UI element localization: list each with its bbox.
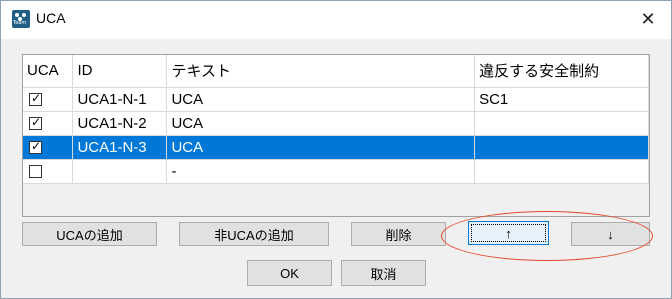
uca-dialog: Team UCA ✕ UCA ID テキスト 違反する安全制約 ✓ UCA1-N-… [0, 0, 672, 299]
id-cell[interactable] [72, 159, 168, 184]
uca-cell: ✓ [23, 135, 74, 160]
uca-cell: ✓ [23, 87, 74, 112]
id-cell[interactable]: UCA1-N-1 [72, 87, 168, 112]
app-logo-icon: Team [12, 10, 30, 28]
table-row[interactable]: ✓ UCA1-N-3 UCA [23, 135, 649, 160]
title-bar: Team UCA ✕ [1, 1, 671, 39]
app-logo-label: Team [13, 20, 27, 26]
violated-constraint-cell[interactable] [474, 159, 649, 184]
window-title: UCA [36, 10, 66, 26]
checkmark-icon: ✓ [31, 139, 42, 154]
table-row[interactable]: - [23, 159, 649, 184]
violated-constraint-cell[interactable] [474, 135, 649, 160]
table-header-row: UCA ID テキスト 違反する安全制約 [23, 55, 649, 88]
text-cell[interactable]: UCA [166, 111, 476, 136]
violated-constraint-cell[interactable]: SC1 [474, 87, 649, 112]
uca-checkbox[interactable] [29, 165, 42, 179]
uca-table: UCA ID テキスト 違反する安全制約 ✓ UCA1-N-1 UCA SC1 ✓ UCA… [23, 55, 649, 184]
uca-checkbox[interactable]: ✓ [29, 91, 42, 107]
focus-rectangle [471, 224, 546, 242]
uca-checkbox[interactable]: ✓ [29, 115, 42, 131]
id-cell[interactable]: UCA1-N-3 [72, 135, 168, 160]
add-uca-button[interactable]: UCAの追加 [22, 222, 157, 246]
checkmark-icon: ✓ [31, 91, 42, 106]
arrow-down-icon: ↓ [607, 226, 614, 242]
column-header-uca[interactable]: UCA [23, 55, 74, 88]
delete-button[interactable]: 削除 [351, 222, 446, 246]
violated-constraint-cell[interactable] [474, 111, 649, 136]
cancel-button[interactable]: 取消 [341, 260, 426, 286]
column-header-violated-constraint[interactable]: 違反する安全制約 [474, 55, 649, 88]
text-cell[interactable]: UCA [166, 135, 476, 160]
uca-checkbox[interactable]: ✓ [29, 139, 42, 155]
add-non-uca-button[interactable]: 非UCAの追加 [179, 222, 329, 246]
text-cell[interactable]: - [166, 159, 476, 184]
uca-cell: ✓ [23, 111, 74, 136]
uca-grid: UCA ID テキスト 違反する安全制約 ✓ UCA1-N-1 UCA SC1 ✓ UCA… [22, 54, 650, 217]
checkmark-icon: ✓ [31, 115, 42, 130]
move-up-button[interactable]: ↑ [468, 221, 549, 245]
uca-cell [23, 159, 74, 184]
table-row[interactable]: ✓ UCA1-N-1 UCA SC1 [23, 87, 649, 112]
table-row[interactable]: ✓ UCA1-N-2 UCA [23, 111, 649, 136]
id-cell[interactable]: UCA1-N-2 [72, 111, 168, 136]
ok-button[interactable]: OK [247, 260, 332, 286]
column-header-text[interactable]: テキスト [166, 55, 476, 88]
move-down-button[interactable]: ↓ [571, 222, 650, 246]
text-cell[interactable]: UCA [166, 87, 476, 112]
column-header-id[interactable]: ID [72, 55, 168, 88]
close-icon[interactable]: ✕ [625, 1, 671, 37]
